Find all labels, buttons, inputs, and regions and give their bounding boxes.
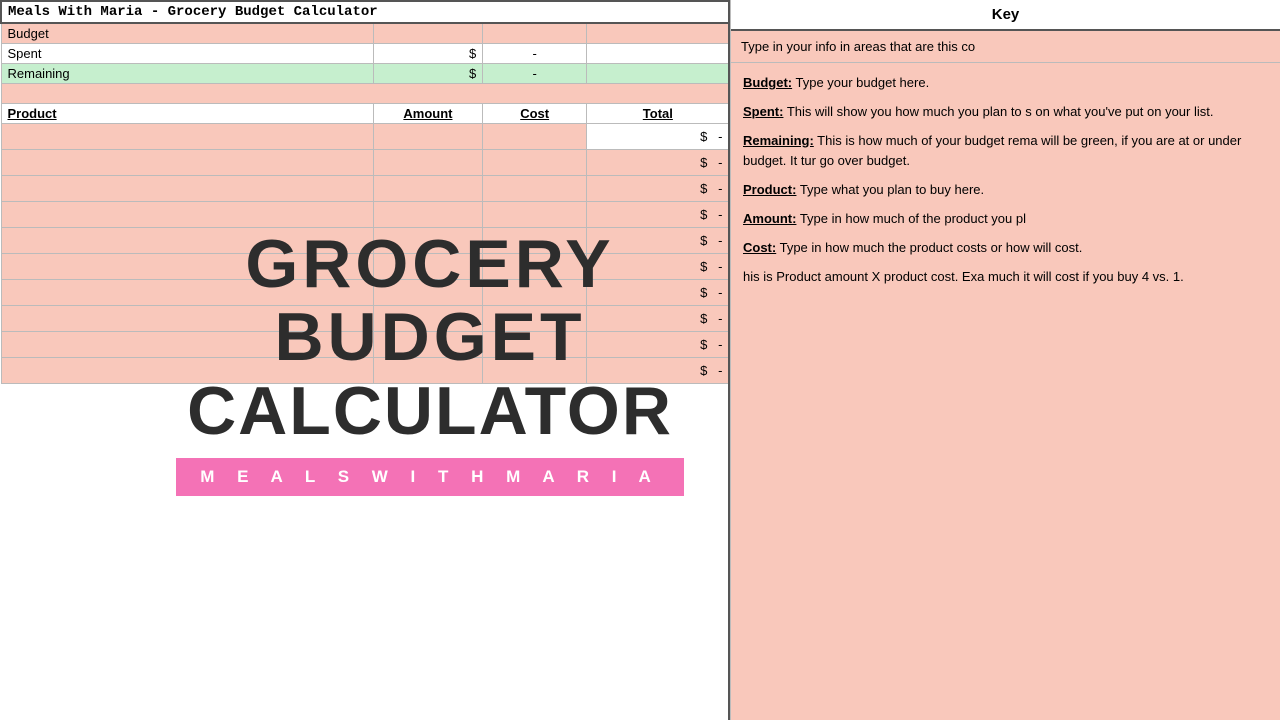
remaining-dollar: $	[373, 64, 482, 84]
amount-cell[interactable]	[373, 150, 482, 176]
spent-key-label: Spent:	[743, 104, 783, 119]
amount-header: Amount	[373, 104, 482, 124]
spent-total	[587, 44, 729, 64]
spreadsheet-title: Meals With Maria - Grocery Budget Calcul…	[1, 1, 729, 23]
key-panel: Key Type in your info in areas that are …	[730, 0, 1280, 720]
product-cell[interactable]	[1, 150, 373, 176]
remaining-label: Remaining	[1, 64, 373, 84]
remaining-total	[587, 64, 729, 84]
total-cell: $ -	[587, 124, 729, 150]
total-header: Total	[587, 104, 729, 124]
table-wrap: Meals With Maria - Grocery Budget Calcul…	[0, 0, 728, 384]
spent-row: Spent $ -	[1, 44, 729, 64]
cost-cell[interactable]	[483, 150, 587, 176]
empty-row-1	[1, 84, 729, 104]
table-row: $ -	[1, 358, 729, 384]
table-row: $ -	[1, 254, 729, 280]
cost-key-label: Cost:	[743, 240, 776, 255]
product-header: Product	[1, 104, 373, 124]
table-row: $ -	[1, 124, 729, 150]
budget-row: Budget	[1, 23, 729, 44]
cost-cell[interactable]	[483, 124, 587, 150]
amount-key-text: Type in how much of the product you pl	[796, 211, 1026, 226]
remaining-row: Remaining $ -	[1, 64, 729, 84]
table-row: $ -	[1, 280, 729, 306]
spent-label: Spent	[1, 44, 373, 64]
title-row: Meals With Maria - Grocery Budget Calcul…	[1, 1, 729, 23]
column-header-row: Product Amount Cost Total	[1, 104, 729, 124]
key-content: Budget: Type your budget here. Spent: Th…	[731, 63, 1280, 720]
spent-value: -	[483, 44, 587, 64]
key-title: Key	[731, 0, 1280, 31]
budget-total	[587, 23, 729, 44]
budget-value[interactable]	[483, 23, 587, 44]
product-key-label: Product:	[743, 182, 796, 197]
main-container: Meals With Maria - Grocery Budget Calcul…	[0, 0, 1280, 720]
cost-explanation: Cost: Type in how much the product costs…	[743, 238, 1268, 259]
budget-explanation: Budget: Type your budget here.	[743, 73, 1268, 94]
spreadsheet-panel: Meals With Maria - Grocery Budget Calcul…	[0, 0, 730, 720]
spent-dollar: $	[373, 44, 482, 64]
product-key-text: Type what you plan to buy here.	[796, 182, 984, 197]
key-info-text: Type in your info in areas that are this…	[741, 39, 975, 54]
amount-explanation: Amount: Type in how much of the product …	[743, 209, 1268, 230]
table-row: $ -	[1, 228, 729, 254]
budget-key-label: Budget:	[743, 75, 792, 90]
overlay-line3: CALCULATOR	[0, 375, 730, 448]
table-row: $ -	[1, 332, 729, 358]
table-row: $ -	[1, 176, 729, 202]
amount-cell[interactable]	[373, 124, 482, 150]
total-explanation: his is Product amount X product cost. Ex…	[743, 267, 1268, 288]
table-row: $ -	[1, 150, 729, 176]
remaining-value: -	[483, 64, 587, 84]
spent-explanation: Spent: This will show you how much you p…	[743, 102, 1268, 123]
remaining-explanation: Remaining: This is how much of your budg…	[743, 131, 1268, 173]
main-table: Meals With Maria - Grocery Budget Calcul…	[0, 0, 730, 384]
budget-label: Budget	[1, 23, 373, 44]
budget-key-text: Type your budget here.	[792, 75, 929, 90]
product-explanation: Product: Type what you plan to buy here.	[743, 180, 1268, 201]
remaining-key-text: This is how much of your budget rema wil…	[743, 133, 1241, 169]
table-row: $ -	[1, 306, 729, 332]
product-cell[interactable]	[1, 124, 373, 150]
total-cell: $ -	[587, 150, 729, 176]
remaining-key-label: Remaining:	[743, 133, 814, 148]
amount-key-label: Amount:	[743, 211, 796, 226]
table-row: $ -	[1, 202, 729, 228]
spent-key-text: This will show you how much you plan to …	[783, 104, 1213, 119]
cost-key-text: Type in how much the product costs or ho…	[776, 240, 1082, 255]
budget-dollar	[373, 23, 482, 44]
key-info-bar: Type in your info in areas that are this…	[731, 31, 1280, 63]
total-key-text: his is Product amount X product cost. Ex…	[743, 269, 1184, 284]
cost-header: Cost	[483, 104, 587, 124]
brand-bar: M E A L S W I T H M A R I A	[176, 458, 684, 496]
